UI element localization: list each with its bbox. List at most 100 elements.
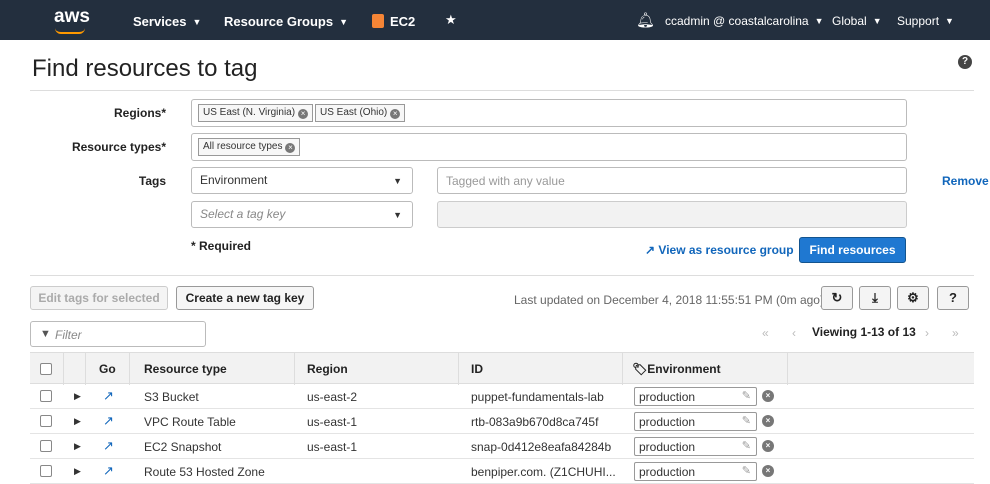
chevron-down-icon: ▼ — [945, 16, 954, 26]
header-region[interactable]: Region — [307, 362, 348, 376]
gear-icon[interactable]: ⚙ — [897, 286, 929, 310]
divider — [787, 353, 788, 385]
tag-key-select-2[interactable]: Select a tag key ▼ — [191, 201, 413, 228]
divider — [622, 353, 623, 385]
external-link-icon[interactable]: ↗ — [103, 413, 114, 429]
filter-placeholder: Filter — [55, 328, 82, 342]
environment-input[interactable]: production ✎ — [634, 462, 757, 481]
filter-input[interactable]: ▼ Filter — [30, 321, 206, 347]
header-id[interactable]: ID — [471, 362, 483, 376]
resource-type-cell: Route 53 Hosted Zone — [144, 465, 265, 479]
environment-input[interactable]: production ✎ — [634, 437, 757, 456]
user-menu[interactable]: ccadmin @ coastalcarolina ▼ — [665, 14, 824, 28]
expand-icon[interactable]: ▶ — [74, 391, 81, 402]
view-as-resource-group-link[interactable]: ↗ View as resource group — [645, 243, 794, 257]
id-cell: rtb-083a9b670d8ca745f — [471, 415, 599, 429]
clear-tag-icon[interactable]: × — [762, 440, 774, 452]
refresh-icon[interactable]: ↻ — [821, 286, 853, 310]
region-chip: US East (N. Virginia) × — [198, 104, 314, 122]
ec2-icon — [372, 14, 384, 28]
remove-chip-icon[interactable]: × — [298, 109, 309, 119]
find-resources-button[interactable]: Find resources — [799, 237, 906, 263]
aws-logo-text: aws — [54, 6, 90, 27]
row-checkbox[interactable] — [40, 390, 52, 402]
divider — [30, 90, 974, 91]
row-checkbox[interactable] — [40, 415, 52, 427]
prev-page-icon[interactable]: ‹ — [792, 326, 796, 340]
external-link-icon[interactable]: ↗ — [103, 463, 114, 479]
ec2-shortcut[interactable]: EC2 — [372, 14, 415, 29]
aws-smile-icon — [55, 28, 85, 34]
divider — [294, 353, 295, 385]
clear-tag-icon[interactable]: × — [762, 415, 774, 427]
top-nav: aws Services ▼ Resource Groups ▼ EC2 ★ 🔔︎ … — [0, 0, 990, 40]
environment-input[interactable]: production ✎ — [634, 387, 757, 406]
help-icon[interactable]: ? — [958, 55, 972, 69]
regions-field[interactable]: US East (N. Virginia) × US East (Ohio) × — [191, 99, 907, 127]
table-row[interactable]: ▶ ↗ Route 53 Hosted Zone benpiper.com. (… — [30, 459, 974, 484]
pin-icon[interactable]: ★ — [445, 12, 457, 28]
environment-input[interactable]: production ✎ — [634, 412, 757, 431]
clear-tag-icon[interactable]: × — [762, 465, 774, 477]
select-all-checkbox[interactable] — [40, 363, 52, 375]
resource-type-cell: VPC Route Table — [144, 415, 236, 429]
divider — [30, 275, 974, 276]
divider — [129, 353, 130, 385]
table-row[interactable]: ▶ ↗ VPC Route Table us-east-1 rtb-083a9b… — [30, 409, 974, 434]
resource-groups-menu[interactable]: Resource Groups ▼ — [224, 14, 348, 29]
region-chip-label: US East (N. Virginia) — [203, 107, 296, 118]
remove-chip-icon[interactable]: × — [285, 143, 296, 153]
id-cell: snap-0d412e8eafa84284b — [471, 440, 612, 454]
remove-link[interactable]: Remove — [942, 174, 989, 188]
tags-label: Tags — [138, 174, 166, 188]
aws-logo[interactable]: aws — [54, 6, 90, 34]
support-menu[interactable]: Support ▼ — [897, 14, 954, 28]
environment-value: production — [639, 440, 696, 454]
edit-tags-button[interactable]: Edit tags for selected — [30, 286, 168, 310]
next-page-icon[interactable]: › — [925, 326, 929, 340]
pencil-icon: ✎ — [741, 390, 751, 402]
download-icon[interactable]: ⤓ — [859, 286, 891, 310]
expand-icon[interactable]: ▶ — [74, 441, 81, 452]
last-page-icon[interactable]: » — [952, 326, 959, 340]
first-page-icon[interactable]: « — [762, 326, 769, 340]
bell-icon[interactable]: 🔔︎ — [636, 11, 655, 29]
region-menu[interactable]: Global ▼ — [832, 14, 882, 28]
environment-value: production — [639, 415, 696, 429]
pencil-icon: ✎ — [741, 465, 751, 477]
services-menu[interactable]: Services ▼ — [133, 14, 201, 29]
tag-icon: 🏷︎ — [632, 362, 648, 376]
divider — [458, 353, 459, 385]
table-row[interactable]: ▶ ↗ S3 Bucket us-east-2 puppet-fundament… — [30, 384, 974, 409]
external-link-icon[interactable]: ↗ — [103, 438, 114, 454]
clear-tag-icon[interactable]: × — [762, 390, 774, 402]
help-icon[interactable]: ? — [937, 286, 969, 310]
external-link-icon[interactable]: ↗ — [103, 388, 114, 404]
create-tag-key-button[interactable]: Create a new tag key — [176, 286, 314, 310]
external-link-icon: ↗ — [645, 243, 656, 257]
region-cell: us-east-2 — [307, 390, 358, 404]
environment-value: production — [639, 390, 696, 404]
support-label: Support — [897, 14, 940, 28]
header-resource-type[interactable]: Resource type — [144, 362, 227, 376]
tag-value-input[interactable]: Tagged with any value — [437, 167, 907, 194]
table-row[interactable]: ▶ ↗ EC2 Snapshot us-east-1 snap-0d412e8e… — [30, 434, 974, 459]
viewing-count: Viewing 1-13 of 13 — [812, 325, 916, 339]
view-as-group-label: View as resource group — [658, 243, 794, 257]
table-header: Go Resource type Region ID 🏷︎Environment — [30, 352, 974, 385]
resource-groups-label: Resource Groups — [224, 14, 334, 29]
header-environment[interactable]: 🏷︎Environment — [632, 362, 721, 376]
resource-type-chip-label: All resource types — [203, 141, 283, 152]
resource-types-field[interactable]: All resource types × — [191, 133, 907, 161]
remove-chip-icon[interactable]: × — [390, 109, 401, 119]
divider — [63, 353, 64, 385]
tag-value-placeholder: Tagged with any value — [446, 174, 565, 188]
pencil-icon: ✎ — [741, 440, 751, 452]
expand-icon[interactable]: ▶ — [74, 416, 81, 427]
expand-icon[interactable]: ▶ — [74, 466, 81, 477]
required-note: * Required — [191, 239, 252, 253]
region-chip: US East (Ohio) × — [315, 104, 406, 122]
row-checkbox[interactable] — [40, 465, 52, 477]
tag-key-select[interactable]: Environment ▼ — [191, 167, 413, 194]
row-checkbox[interactable] — [40, 440, 52, 452]
